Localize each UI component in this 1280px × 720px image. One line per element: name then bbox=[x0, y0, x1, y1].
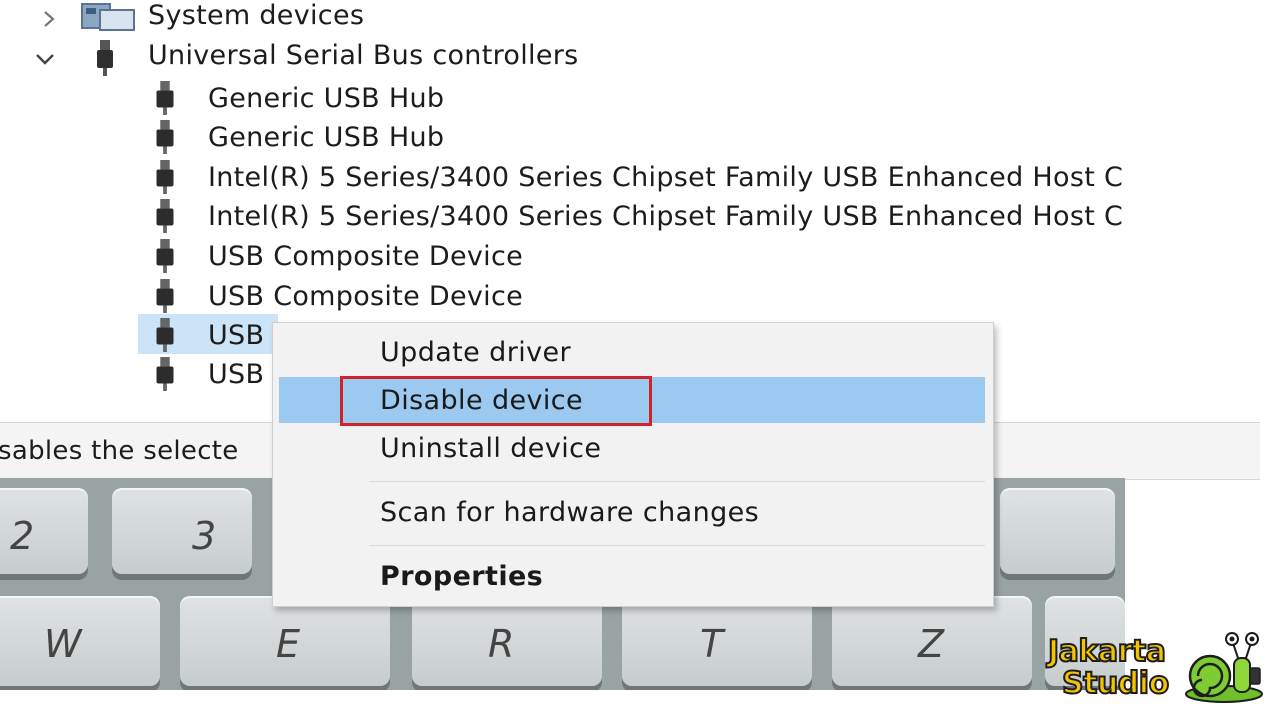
keyboard-key: W bbox=[0, 596, 160, 686]
menu-item-uninstall-device[interactable]: Uninstall device bbox=[273, 425, 993, 471]
tree-item-usb-device[interactable]: USB Composite Device bbox=[152, 236, 523, 276]
keyboard-key: 2 bbox=[0, 488, 88, 574]
key-label: W bbox=[44, 622, 82, 666]
tree-item-usb-device[interactable]: Intel(R) 5 Series/3400 Series Chipset Fa… bbox=[152, 196, 1123, 236]
jakarta-studio-logo: Jakarta Studio bbox=[1040, 630, 1265, 706]
tree-item-usb-device[interactable]: Generic USB Hub bbox=[152, 117, 444, 157]
tree-item-label: Generic USB Hub bbox=[208, 121, 445, 153]
menu-item-properties[interactable]: Properties bbox=[273, 553, 993, 599]
tree-item-usb-device[interactable]: Generic USB Hub bbox=[152, 78, 444, 118]
tree-item-label: Intel(R) 5 Series/3400 Series Chipset Fa… bbox=[208, 161, 1124, 193]
tree-item-label: USB bbox=[208, 319, 265, 351]
keyboard-key: T bbox=[622, 596, 812, 686]
usb-device-icon bbox=[156, 318, 174, 352]
annotation-highlight-box bbox=[340, 376, 652, 426]
tree-item-label: Intel(R) 5 Series/3400 Series Chipset Fa… bbox=[208, 200, 1124, 232]
chevron-right-icon[interactable] bbox=[38, 8, 60, 30]
usb-device-icon bbox=[156, 239, 174, 273]
tree-item-label: Generic USB Hub bbox=[208, 82, 445, 114]
keyboard-key bbox=[1000, 488, 1115, 574]
key-label: R bbox=[488, 622, 515, 666]
tree-category-label: Universal Serial Bus controllers bbox=[148, 40, 579, 71]
menu-separator bbox=[369, 481, 985, 482]
menu-item-scan-hardware[interactable]: Scan for hardware changes bbox=[273, 489, 993, 535]
keyboard-key: R bbox=[412, 596, 602, 686]
context-menu: Update driver Disable device Uninstall d… bbox=[272, 322, 994, 607]
usb-device-icon bbox=[156, 81, 174, 115]
logo-text-line1: Jakarta bbox=[1047, 633, 1167, 670]
usb-device-icon bbox=[156, 279, 174, 313]
tree-item-label: USB Composite Device bbox=[208, 240, 524, 272]
menu-item-label: Properties bbox=[380, 561, 544, 592]
key-label: E bbox=[276, 622, 301, 666]
tree-item-label: USB bbox=[208, 358, 265, 390]
tree-category-label: System devices bbox=[148, 0, 365, 31]
menu-item-update-driver[interactable]: Update driver bbox=[273, 329, 993, 375]
logo-text-line2: Studio bbox=[1061, 665, 1170, 702]
keyboard-key: Z bbox=[832, 596, 1032, 686]
key-label: Z bbox=[918, 622, 945, 666]
menu-item-label: Uninstall device bbox=[380, 433, 602, 464]
keyboard-key: E bbox=[180, 596, 390, 686]
usb-plug-icon bbox=[97, 40, 113, 76]
menu-item-label: Scan for hardware changes bbox=[380, 497, 760, 528]
tree-item-usb-device[interactable]: USB bbox=[152, 354, 264, 394]
key-label: 2 bbox=[10, 514, 35, 558]
tree-item-usb-device-selected[interactable]: USB bbox=[137, 314, 279, 355]
usb-device-icon bbox=[156, 357, 174, 391]
tree-item-label: USB Composite Device bbox=[208, 280, 524, 312]
status-text: sables the selecte bbox=[0, 436, 239, 466]
chevron-down-icon[interactable] bbox=[34, 48, 56, 70]
key-label: T bbox=[700, 622, 724, 666]
usb-device-icon bbox=[156, 199, 174, 233]
snail-mascot-icon bbox=[1185, 632, 1263, 703]
system-devices-icon bbox=[81, 3, 135, 31]
tree-item-usb-device[interactable]: Intel(R) 5 Series/3400 Series Chipset Fa… bbox=[152, 157, 1123, 197]
menu-item-label: Update driver bbox=[380, 337, 571, 368]
menu-separator bbox=[369, 545, 985, 546]
tree-item-usb-device[interactable]: USB Composite Device bbox=[152, 276, 523, 316]
keyboard-key: 3 bbox=[112, 488, 252, 574]
usb-device-icon bbox=[156, 120, 174, 154]
key-label: 3 bbox=[192, 514, 217, 558]
usb-device-icon bbox=[156, 160, 174, 194]
